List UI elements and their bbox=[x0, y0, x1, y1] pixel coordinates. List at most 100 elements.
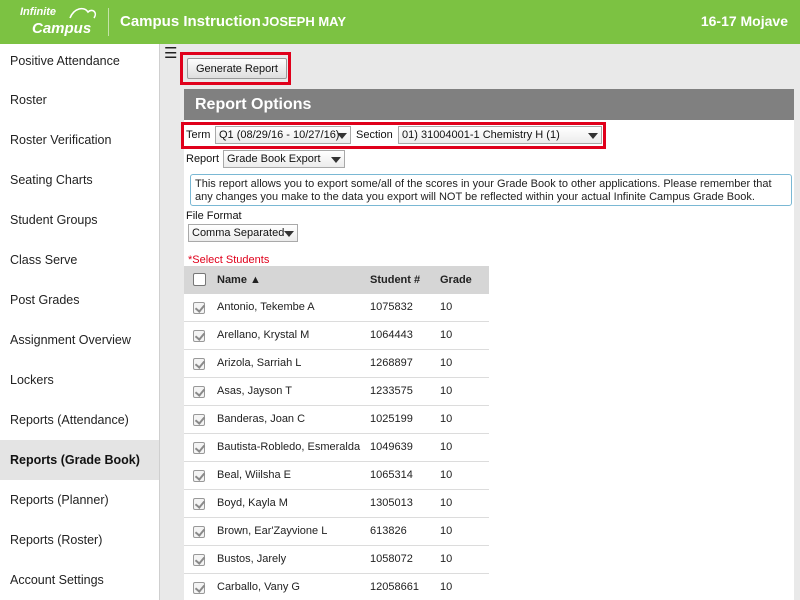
student-number: 1058072 bbox=[370, 553, 413, 565]
header-divider bbox=[108, 8, 109, 36]
student-checkbox[interactable] bbox=[193, 498, 205, 510]
sidebar-item-reports-planner[interactable]: Reports (Planner) bbox=[0, 480, 159, 520]
table-row[interactable]: Bustos, Jarely 1058072 10 bbox=[184, 546, 489, 574]
sort-ascending-icon: ▲ bbox=[250, 274, 261, 286]
student-checkbox[interactable] bbox=[193, 442, 205, 454]
logo-text-top: Infinite bbox=[20, 6, 57, 18]
sidebar-item-account-settings[interactable]: Account Settings bbox=[0, 560, 159, 600]
student-name: Beal, Wiilsha E bbox=[217, 469, 291, 481]
report-options-title: Report Options bbox=[184, 89, 794, 120]
student-name: Boyd, Kayla M bbox=[217, 497, 288, 509]
select-students-label: *Select Students bbox=[188, 254, 270, 266]
student-grade: 10 bbox=[440, 301, 453, 313]
student-checkbox[interactable] bbox=[193, 526, 205, 538]
table-row[interactable]: Arellano, Krystal M 1064443 10 bbox=[184, 322, 489, 350]
student-number: 1025199 bbox=[370, 413, 413, 425]
student-number: 1065314 bbox=[370, 469, 413, 481]
sidebar-item-post-grades[interactable]: Post Grades bbox=[0, 280, 159, 320]
report-select-value: Grade Book Export bbox=[227, 153, 321, 165]
sidebar: Positive Attendance Roster Roster Verifi… bbox=[0, 44, 160, 600]
sidebar-item-lockers[interactable]: Lockers bbox=[0, 360, 159, 400]
logo-text-bottom: Campus bbox=[32, 20, 92, 37]
student-grade: 10 bbox=[440, 469, 453, 481]
file-format-select-value: Comma Separated bbox=[192, 227, 285, 239]
sidebar-item-reports-roster[interactable]: Reports (Roster) bbox=[0, 520, 159, 560]
term-section-highlight bbox=[181, 122, 606, 149]
student-number: 1075832 bbox=[370, 301, 413, 313]
select-all-checkbox[interactable] bbox=[193, 273, 206, 286]
student-checkbox[interactable] bbox=[193, 554, 205, 566]
student-number: 1305013 bbox=[370, 497, 413, 509]
student-number: 1064443 bbox=[370, 329, 413, 341]
table-row[interactable]: Boyd, Kayla M 1305013 10 bbox=[184, 490, 489, 518]
student-grade: 10 bbox=[440, 329, 453, 341]
table-row[interactable]: Antonio, Tekembe A 1075832 10 bbox=[184, 294, 489, 322]
report-description: This report allows you to export some/al… bbox=[190, 174, 792, 206]
student-grade: 10 bbox=[440, 441, 453, 453]
file-format-select[interactable]: Comma Separated bbox=[188, 224, 298, 242]
name-header-label: Name bbox=[217, 274, 247, 286]
student-grade: 10 bbox=[440, 497, 453, 509]
table-row[interactable]: Bautista-Robledo, Esmeralda 1049639 10 bbox=[184, 434, 489, 462]
report-options-panel: Term Q1 (08/29/16 - 10/27/16) Section 01… bbox=[184, 120, 794, 600]
report-select[interactable]: Grade Book Export bbox=[223, 150, 345, 168]
student-name: Arellano, Krystal M bbox=[217, 329, 310, 341]
student-name: Brown, Ear'Zayvione L bbox=[217, 525, 328, 537]
chevron-down-icon bbox=[284, 231, 294, 237]
student-checkbox[interactable] bbox=[193, 582, 205, 594]
user-name[interactable]: JOSEPH MAY bbox=[262, 14, 346, 29]
student-number: 613826 bbox=[370, 525, 407, 537]
student-checkbox[interactable] bbox=[193, 302, 205, 314]
student-grade: 10 bbox=[440, 525, 453, 537]
generate-report-button[interactable]: Generate Report bbox=[187, 58, 287, 79]
student-grade: 10 bbox=[440, 413, 453, 425]
year-school-selector[interactable]: 16-17 Mojave bbox=[701, 13, 788, 29]
student-name: Carballo, Vany G bbox=[217, 581, 300, 593]
student-num-column-header[interactable]: Student # bbox=[370, 274, 420, 286]
sidebar-item-seating-charts[interactable]: Seating Charts bbox=[0, 160, 159, 200]
report-label: Report bbox=[186, 153, 220, 165]
grade-column-header[interactable]: Grade bbox=[440, 274, 472, 286]
student-number: 1049639 bbox=[370, 441, 413, 453]
chevron-down-icon bbox=[331, 157, 341, 163]
student-grade: 10 bbox=[440, 385, 453, 397]
student-name: Bustos, Jarely bbox=[217, 553, 287, 565]
student-grade: 10 bbox=[440, 357, 453, 369]
app-title[interactable]: Campus Instruction bbox=[120, 13, 261, 30]
student-name: Bautista-Robledo, Esmeralda bbox=[217, 441, 361, 453]
sidebar-item-student-groups[interactable]: Student Groups bbox=[0, 200, 159, 240]
student-name: Asas, Jayson T bbox=[217, 385, 292, 397]
student-grade: 10 bbox=[440, 553, 453, 565]
student-table-header: Name ▲ Student # Grade bbox=[184, 266, 489, 294]
student-checkbox[interactable] bbox=[193, 330, 205, 342]
student-checkbox[interactable] bbox=[193, 414, 205, 426]
sidebar-item-positive-attendance[interactable]: Positive Attendance bbox=[0, 44, 159, 80]
sidebar-item-class-serve[interactable]: Class Serve bbox=[0, 240, 159, 280]
hamburger-menu-icon[interactable]: ☰ bbox=[164, 46, 177, 61]
table-row[interactable]: Asas, Jayson T 1233575 10 bbox=[184, 378, 489, 406]
sidebar-item-roster[interactable]: Roster bbox=[0, 80, 159, 120]
infinite-campus-logo[interactable]: Infinite Campus bbox=[18, 6, 102, 40]
student-grade: 10 bbox=[440, 581, 453, 593]
table-row[interactable]: Carballo, Vany G 12058661 10 bbox=[184, 574, 489, 600]
student-checkbox[interactable] bbox=[193, 386, 205, 398]
sidebar-item-roster-verification[interactable]: Roster Verification bbox=[0, 120, 159, 160]
student-name: Arizola, Sarriah L bbox=[217, 357, 302, 369]
student-checkbox[interactable] bbox=[193, 470, 205, 482]
student-checkbox[interactable] bbox=[193, 358, 205, 370]
name-column-header[interactable]: Name ▲ bbox=[217, 274, 261, 286]
file-format-label: File Format bbox=[186, 210, 242, 222]
student-name: Banderas, Joan C bbox=[217, 413, 306, 425]
table-row[interactable]: Brown, Ear'Zayvione L 613826 10 bbox=[184, 518, 489, 546]
table-row[interactable]: Beal, Wiilsha E 1065314 10 bbox=[184, 462, 489, 490]
table-row[interactable]: Arizola, Sarriah L 1268897 10 bbox=[184, 350, 489, 378]
student-number: 12058661 bbox=[370, 581, 419, 593]
sidebar-item-reports-grade-book[interactable]: Reports (Grade Book) bbox=[0, 440, 159, 480]
sidebar-item-reports-attendance[interactable]: Reports (Attendance) bbox=[0, 400, 159, 440]
student-name: Antonio, Tekembe A bbox=[217, 301, 315, 313]
app-header: Infinite Campus Campus Instruction JOSEP… bbox=[0, 0, 800, 44]
table-row[interactable]: Banderas, Joan C 1025199 10 bbox=[184, 406, 489, 434]
student-number: 1268897 bbox=[370, 357, 413, 369]
student-number: 1233575 bbox=[370, 385, 413, 397]
sidebar-item-assignment-overview[interactable]: Assignment Overview bbox=[0, 320, 159, 360]
